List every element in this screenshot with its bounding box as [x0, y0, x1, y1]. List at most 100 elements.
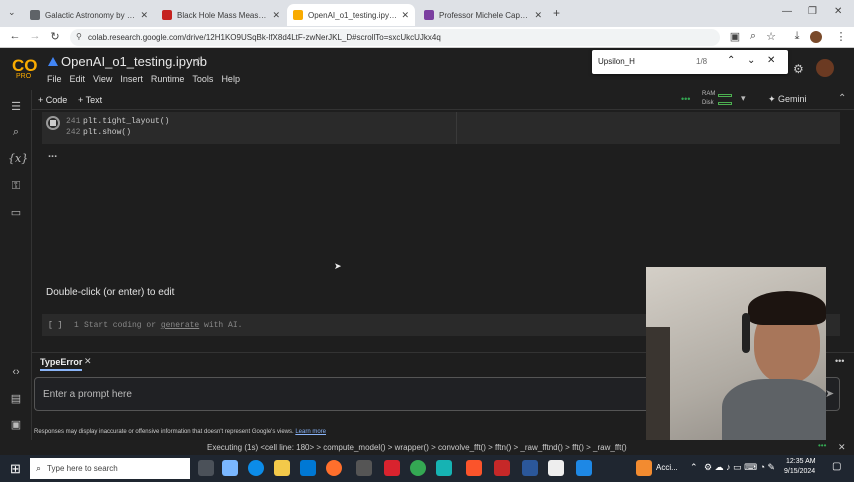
bookmark-star-icon[interactable]: ☆ — [764, 30, 778, 43]
edge-icon[interactable] — [248, 460, 264, 476]
mail-icon[interactable] — [300, 460, 316, 476]
menu-help[interactable]: Help — [221, 74, 240, 84]
code-cell[interactable]: 241 plt.tight_layout() 242 plt.show() — [42, 112, 840, 144]
send-icon[interactable]: ➤ — [825, 387, 834, 400]
app-icon-red[interactable] — [494, 460, 510, 476]
clock-time[interactable]: 12:35 AM — [786, 458, 816, 465]
disk-meter[interactable] — [718, 102, 732, 105]
chrome-icon[interactable] — [410, 460, 426, 476]
tab-cappellari[interactable]: Professor Michele Cappellari Ho ✕ — [418, 4, 548, 26]
gemini-button[interactable]: ✦ Gemini — [768, 94, 807, 105]
window-close-icon[interactable]: ✕ — [834, 6, 842, 17]
user-avatar[interactable] — [816, 59, 834, 77]
find-next-icon[interactable]: ⌄ — [747, 55, 755, 66]
menu-edit[interactable]: Edit — [70, 74, 86, 84]
book-icon — [30, 10, 40, 20]
forward-arrow-icon[interactable]: → — [28, 30, 42, 42]
output-ellipsis[interactable]: ... — [48, 148, 57, 160]
tab-black-hole[interactable]: Black Hole Mass Measurements ✕ — [156, 4, 286, 26]
app-icon[interactable] — [356, 460, 372, 476]
tab-openai-notebook[interactable]: OpenAI_o1_testing.ipynb - Cola ✕ — [287, 4, 415, 26]
toc-icon[interactable]: ☰ — [8, 100, 24, 113]
close-icon[interactable]: ✕ — [534, 10, 542, 21]
profile-avatar[interactable] — [810, 31, 822, 43]
address-bar: ← → ↻ ⚲ colab.research.google.com/drive/… — [0, 27, 854, 48]
disk-label: Disk — [702, 100, 714, 106]
tray-chevron-icon[interactable]: ⌃ — [690, 462, 698, 473]
runtime-dropdown-icon[interactable]: ▾ — [741, 93, 746, 104]
star-icon[interactable]: ☆ — [194, 55, 204, 68]
accessibility-app-icon[interactable] — [636, 460, 652, 476]
drive-icon[interactable] — [48, 57, 58, 66]
close-icon[interactable]: ✕ — [140, 10, 148, 21]
page-icon[interactable]: ▣ — [728, 30, 742, 43]
menu-file[interactable]: File — [47, 74, 62, 84]
new-tab-icon[interactable]: + — [553, 6, 560, 20]
notebook-toolbar: + Code + Text ••• RAM Disk ▾ ✦ Gemini ⌃ — [32, 90, 854, 110]
hint-text: with AI. — [199, 321, 243, 330]
code-snippets-icon[interactable]: ‹› — [8, 366, 24, 378]
tab-galactic-astronomy[interactable]: Galactic Astronomy by Binney a... ✕ — [24, 4, 154, 26]
files-folder-icon[interactable]: ▭ — [8, 206, 24, 219]
more-options-icon[interactable]: ••• — [835, 356, 844, 366]
app-icon-teal[interactable] — [436, 460, 452, 476]
generate-link[interactable]: generate — [161, 321, 199, 330]
code-line[interactable]: plt.tight_layout() — [83, 117, 169, 126]
download-icon[interactable]: ⤓ — [790, 30, 804, 43]
reload-icon[interactable]: ↻ — [48, 30, 62, 43]
notifications-icon[interactable]: ▢ — [832, 461, 841, 472]
add-code-button[interactable]: + Code — [38, 95, 67, 105]
site-info-icon[interactable]: ⚲ — [76, 32, 82, 41]
find-input[interactable]: Upsilon_H — [598, 57, 635, 66]
menu-tools[interactable]: Tools — [192, 74, 213, 84]
acrobat-icon[interactable] — [384, 460, 400, 476]
command-palette-icon[interactable]: ▤ — [8, 392, 24, 405]
menu-insert[interactable]: Insert — [120, 74, 143, 84]
hint-text: Start coding or — [84, 321, 161, 330]
file-explorer-icon[interactable] — [274, 460, 290, 476]
taskbar-search-box[interactable]: ⌕ Type here to search — [30, 458, 190, 479]
notebook-title[interactable]: OpenAI_o1_testing.ipynb — [61, 54, 207, 69]
menu-view[interactable]: View — [93, 74, 112, 84]
close-icon[interactable]: ✕ — [401, 10, 409, 21]
menu-runtime[interactable]: Runtime — [151, 74, 185, 84]
variables-icon[interactable]: {x} — [8, 152, 28, 165]
secrets-key-icon[interactable]: ⚿ — [8, 180, 24, 193]
firefox-icon[interactable] — [326, 460, 342, 476]
ram-meter[interactable] — [718, 94, 732, 97]
webcam-overlay — [646, 267, 826, 440]
copilot-icon[interactable] — [222, 460, 238, 476]
typeerror-tab[interactable]: TypeError — [40, 357, 83, 371]
tray-icons[interactable]: ⚙ ☁ ♪ ▭ ⌨ ◔ ✎ — [704, 462, 775, 473]
close-tab-icon[interactable]: ✕ — [84, 356, 92, 367]
maximize-icon[interactable]: ❐ — [808, 6, 817, 17]
zoom-icon[interactable]: ⌕ — [746, 30, 760, 43]
status-close-icon[interactable]: ✕ — [838, 442, 846, 453]
tab-list-chevron-icon[interactable]: ⌄ — [8, 7, 16, 18]
code-line[interactable]: plt.show() — [83, 128, 131, 137]
find-close-icon[interactable]: ✕ — [767, 55, 775, 66]
search-icon[interactable]: ⌕ — [8, 126, 24, 139]
vscode-icon[interactable] — [576, 460, 592, 476]
terminal-icon[interactable]: ▣ — [8, 418, 24, 431]
add-text-button[interactable]: + Text — [78, 95, 102, 105]
task-view-icon[interactable] — [198, 460, 214, 476]
notion-icon[interactable] — [548, 460, 564, 476]
find-previous-icon[interactable]: ⌃ — [727, 55, 735, 66]
close-icon[interactable]: ✕ — [272, 10, 280, 21]
collapse-chevron-icon[interactable]: ⌃ — [838, 93, 846, 104]
text-cell-placeholder[interactable]: Double-click (or enter) to edit — [46, 287, 174, 298]
word-icon[interactable] — [522, 460, 538, 476]
doorframe — [646, 327, 670, 440]
brave-icon[interactable] — [466, 460, 482, 476]
active-app-label[interactable]: Acci... — [656, 463, 678, 472]
settings-gear-icon[interactable]: ⚙ — [793, 62, 804, 76]
back-arrow-icon[interactable]: ← — [8, 30, 22, 42]
learn-more-link[interactable]: Learn more — [295, 429, 326, 435]
url-field[interactable]: ⚲ colab.research.google.com/drive/12H1KO… — [70, 29, 720, 46]
windows-start-icon[interactable]: ⊞ — [10, 461, 21, 477]
clock-date[interactable]: 9/15/2024 — [784, 468, 815, 475]
browser-menu-icon[interactable]: ⋮ — [834, 30, 848, 43]
prompt-placeholder: Enter a prompt here — [43, 389, 132, 400]
minimize-icon[interactable]: — — [782, 6, 792, 17]
